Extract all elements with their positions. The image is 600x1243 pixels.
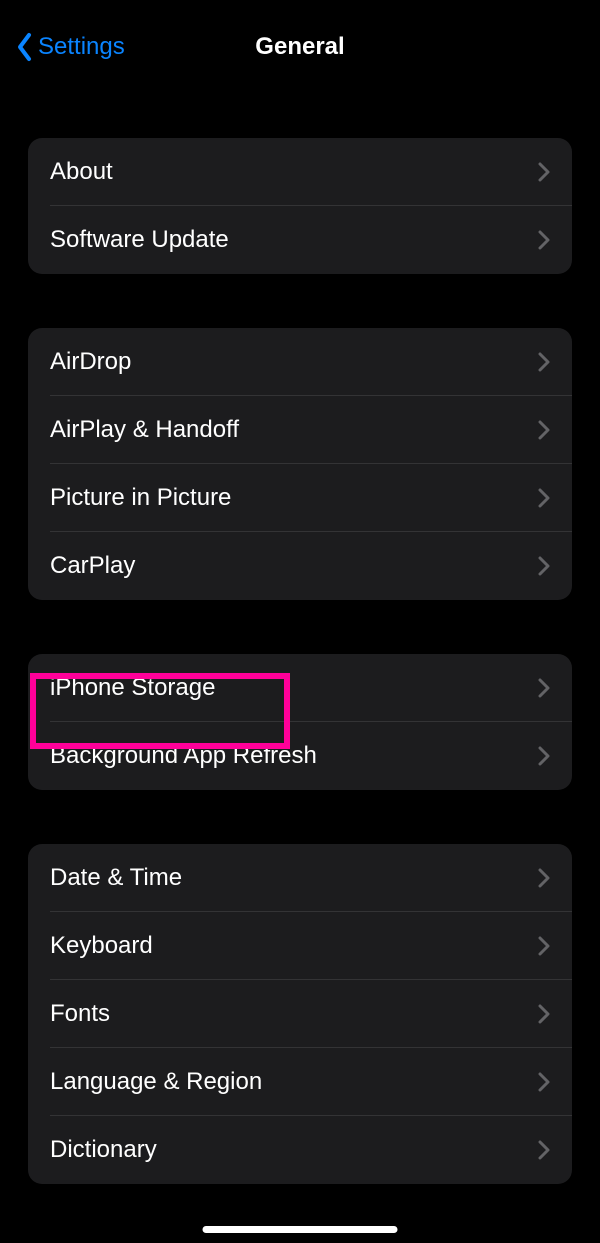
row-label: Keyboard xyxy=(50,932,153,960)
row-carplay[interactable]: CarPlay xyxy=(28,532,572,600)
chevron-right-icon xyxy=(538,556,550,576)
chevron-right-icon xyxy=(538,868,550,888)
chevron-left-icon xyxy=(16,32,34,62)
row-picture-in-picture[interactable]: Picture in Picture xyxy=(28,464,572,532)
page-title: General xyxy=(255,33,344,61)
row-label: Date & Time xyxy=(50,864,182,892)
row-airplay-handoff[interactable]: AirPlay & Handoff xyxy=(28,396,572,464)
row-software-update[interactable]: Software Update xyxy=(28,206,572,274)
chevron-right-icon xyxy=(538,162,550,182)
group-airdrop: AirDrop AirPlay & Handoff Picture in Pic… xyxy=(28,328,572,600)
back-label: Settings xyxy=(38,33,125,61)
group-locale: Date & Time Keyboard Fonts Language & Re… xyxy=(28,844,572,1184)
row-label: Picture in Picture xyxy=(50,484,231,512)
navbar: Settings General xyxy=(0,0,600,84)
settings-content: About Software Update AirDrop AirPlay & … xyxy=(0,84,600,1184)
row-date-time[interactable]: Date & Time xyxy=(28,844,572,912)
row-label: AirDrop xyxy=(50,348,131,376)
row-label: AirPlay & Handoff xyxy=(50,416,239,444)
chevron-right-icon xyxy=(538,936,550,956)
back-button[interactable]: Settings xyxy=(16,32,125,62)
row-dictionary[interactable]: Dictionary xyxy=(28,1116,572,1184)
row-background-app-refresh[interactable]: Background App Refresh xyxy=(28,722,572,790)
row-keyboard[interactable]: Keyboard xyxy=(28,912,572,980)
row-about[interactable]: About xyxy=(28,138,572,206)
chevron-right-icon xyxy=(538,230,550,250)
chevron-right-icon xyxy=(538,1072,550,1092)
row-iphone-storage[interactable]: iPhone Storage xyxy=(28,654,572,722)
chevron-right-icon xyxy=(538,1004,550,1024)
row-label: CarPlay xyxy=(50,552,135,580)
row-label: Fonts xyxy=(50,1000,110,1028)
chevron-right-icon xyxy=(538,678,550,698)
row-label: Background App Refresh xyxy=(50,742,317,770)
group-storage: iPhone Storage Background App Refresh xyxy=(28,654,572,790)
chevron-right-icon xyxy=(538,746,550,766)
chevron-right-icon xyxy=(538,1140,550,1160)
chevron-right-icon xyxy=(538,420,550,440)
row-airdrop[interactable]: AirDrop xyxy=(28,328,572,396)
home-indicator[interactable] xyxy=(203,1226,398,1233)
row-label: Language & Region xyxy=(50,1068,262,1096)
chevron-right-icon xyxy=(538,488,550,508)
row-label: Dictionary xyxy=(50,1136,157,1164)
row-label: Software Update xyxy=(50,226,229,254)
chevron-right-icon xyxy=(538,352,550,372)
row-label: About xyxy=(50,158,113,186)
row-label: iPhone Storage xyxy=(50,674,215,702)
row-fonts[interactable]: Fonts xyxy=(28,980,572,1048)
group-about: About Software Update xyxy=(28,138,572,274)
row-language-region[interactable]: Language & Region xyxy=(28,1048,572,1116)
